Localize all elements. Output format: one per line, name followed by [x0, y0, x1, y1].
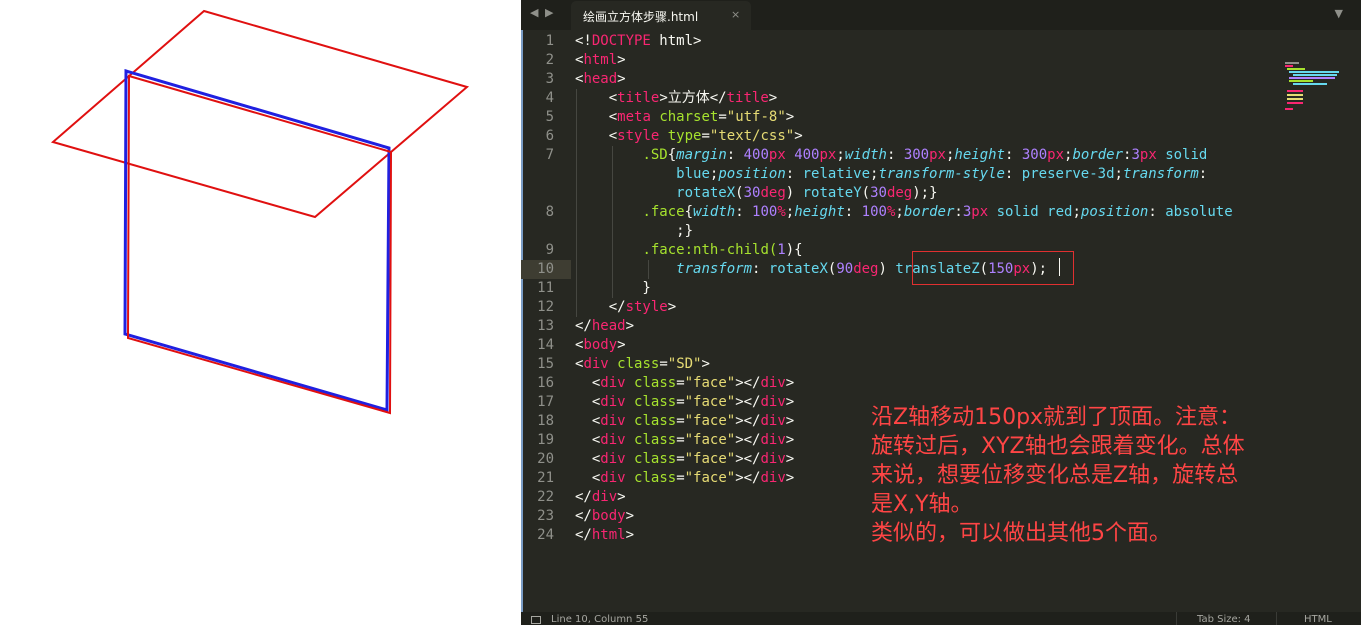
code-line: <div class="face"></div> — [575, 375, 795, 391]
code-line: <meta charset="utf-8"> — [575, 109, 795, 125]
tab-bar: ◀ ▶ 绘画立方体步骤.html × ▼ — [521, 0, 1361, 30]
line-number: 12 — [537, 299, 554, 315]
code-line: <div class="face"></div> — [575, 470, 795, 486]
line-number: 9 — [545, 242, 554, 258]
minimap[interactable] — [1285, 60, 1355, 120]
code-line: </html> — [575, 527, 635, 543]
tab-file[interactable]: 绘画立方体步骤.html × — [571, 1, 751, 30]
status-bar: Line 10, Column 55 Tab Size: 4 HTML — [521, 612, 1361, 625]
code-line: <div class="face"></div> — [575, 413, 795, 429]
code-line: .face{width: 100%;height: 100%;border:3p… — [642, 204, 1233, 220]
cursor-position: Line 10, Column 55 — [551, 614, 649, 625]
line-number: 10 — [537, 261, 554, 277]
divider — [1276, 612, 1277, 625]
panel-toggle-icon[interactable] — [531, 616, 541, 624]
text-cursor — [1059, 258, 1060, 276]
line-number: 21 — [537, 470, 554, 486]
chevron-down-icon[interactable]: ▼ — [1335, 7, 1343, 20]
line-number: 3 — [545, 71, 554, 87]
line-number: 20 — [537, 451, 554, 467]
line-number: 4 — [545, 90, 554, 106]
code-line: <style type="text/css"> — [575, 128, 803, 144]
code-line: <!DOCTYPE html> — [575, 33, 702, 49]
front-face-red-outline — [126, 74, 393, 415]
code-line: <html> — [575, 52, 626, 68]
front-face-blue-border — [123, 69, 391, 412]
line-number: 15 — [537, 356, 554, 372]
line-number: 24 — [537, 527, 554, 543]
line-number: 8 — [545, 204, 554, 220]
line-number: 14 — [537, 337, 554, 353]
line-number: 16 — [537, 375, 554, 391]
code-line: </div> — [575, 489, 626, 505]
code-editor: ◀ ▶ 绘画立方体步骤.html × ▼ 1 2 3 4 5 6 7 8 9 1… — [521, 0, 1361, 625]
code-line: rotateX(30deg) rotateY(30deg);} — [676, 185, 938, 201]
cube-drawing — [50, 9, 470, 415]
line-number: 7 — [545, 147, 554, 163]
code-line: </style> — [575, 299, 677, 315]
code-area[interactable]: 1 2 3 4 5 6 7 8 9 10 11 12 13 14 15 16 1… — [521, 30, 1361, 612]
syntax-selector[interactable]: HTML — [1304, 614, 1332, 625]
code-line: </body> — [575, 508, 635, 524]
code-line: .face:nth-child(1){ — [642, 242, 803, 258]
tab-label: 绘画立方体步骤.html — [583, 10, 699, 24]
line-number: 5 — [545, 109, 554, 125]
code-line: <title>立方体</title> — [575, 90, 778, 106]
line-number: 11 — [537, 280, 554, 296]
line-number: 19 — [537, 432, 554, 448]
line-number: 6 — [545, 128, 554, 144]
code-line: } — [575, 280, 651, 296]
line-number: 1 — [545, 33, 554, 49]
line-number: 22 — [537, 489, 554, 505]
close-icon[interactable]: × — [731, 8, 740, 21]
tab-size-selector[interactable]: Tab Size: 4 — [1197, 614, 1251, 625]
code-line: </head> — [575, 318, 635, 334]
line-number: 13 — [537, 318, 554, 334]
back-arrow-icon[interactable]: ◀ — [530, 6, 538, 19]
code-line: <div class="face"></div> — [575, 451, 795, 467]
code-line: <div class="face"></div> — [575, 394, 795, 410]
line-number: 17 — [537, 394, 554, 410]
line-number: 23 — [537, 508, 554, 524]
code-line: <body> — [575, 337, 626, 353]
highlight-box — [912, 251, 1074, 285]
code-line: <head> — [575, 71, 626, 87]
code-line: <div class="SD"> — [575, 356, 710, 372]
browser-preview — [0, 0, 521, 625]
code-line: ;} — [575, 223, 694, 239]
line-number: 2 — [545, 52, 554, 68]
code-line: blue;position: relative;transform-style:… — [676, 166, 1208, 182]
forward-arrow-icon[interactable]: ▶ — [545, 6, 553, 19]
code-line: .SD{margin: 400px 400px;width: 300px;hei… — [642, 147, 1208, 163]
annotation-note: 沿Z轴移动150px就到了顶面。注意： 旋转过后，XYZ轴也会跟着变化。总体 来… — [871, 405, 1245, 546]
code-line: <div class="face"></div> — [575, 432, 795, 448]
divider — [1176, 612, 1177, 625]
line-number: 18 — [537, 413, 554, 429]
